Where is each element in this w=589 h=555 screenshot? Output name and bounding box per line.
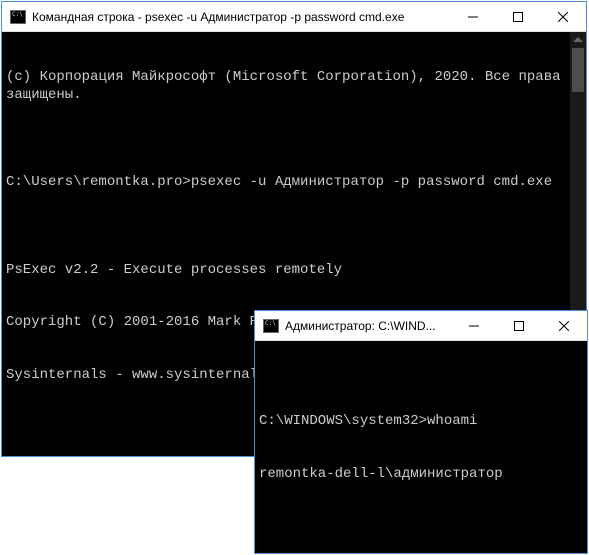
cmd-window-admin: Администратор: C:\WIND... C:\WINDOWS\sys… (254, 310, 588, 554)
terminal-line: remontka-dell-l\администратор (259, 466, 583, 484)
window-controls-admin (451, 311, 587, 340)
terminal-line: PsExec v2.2 - Execute processes remotely (6, 262, 568, 280)
titlebar-main[interactable]: Командная строка - psexec -u Администрат… (2, 2, 586, 32)
titlebar-admin[interactable]: Администратор: C:\WIND... (255, 311, 587, 341)
close-button[interactable] (541, 311, 587, 340)
maximize-button[interactable] (496, 311, 541, 340)
minimize-button[interactable] (451, 311, 496, 340)
terminal-line: C:\Users\remontka.pro>psexec -u Админист… (6, 174, 568, 192)
window-title-main: Командная строка - psexec -u Администрат… (32, 10, 450, 24)
terminal-output-admin[interactable]: C:\WINDOWS\system32>whoami remontka-dell… (255, 341, 587, 553)
close-button[interactable] (540, 2, 586, 31)
scrollbar-thumb[interactable] (572, 48, 584, 92)
terminal-line: C:\WINDOWS\system32>whoami (259, 413, 583, 431)
window-controls-main (450, 2, 586, 31)
terminal-line: (c) Корпорация Майкрософт (Microsoft Cor… (6, 69, 568, 104)
maximize-button[interactable] (495, 2, 540, 31)
window-title-admin: Администратор: C:\WIND... (285, 319, 451, 333)
minimize-button[interactable] (450, 2, 495, 31)
cmd-icon (263, 319, 279, 333)
cmd-icon (10, 10, 26, 24)
